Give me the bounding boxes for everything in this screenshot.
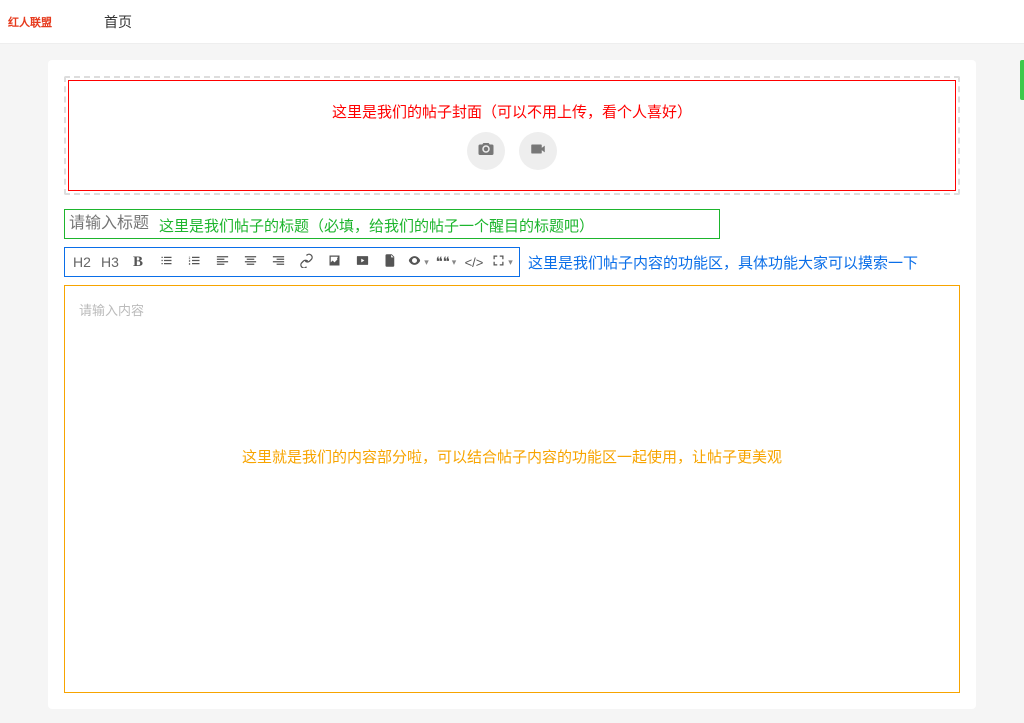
align-center-button[interactable] bbox=[237, 251, 263, 273]
image-icon bbox=[327, 253, 342, 271]
code-button[interactable]: </> bbox=[461, 251, 487, 273]
link-button[interactable] bbox=[293, 251, 319, 273]
content-placeholder: 请输入内容 bbox=[79, 300, 945, 319]
nav-home-link[interactable]: 首页 bbox=[104, 12, 132, 32]
expand-icon bbox=[491, 253, 506, 271]
video-clip-icon bbox=[355, 253, 370, 271]
video-icon bbox=[529, 140, 547, 163]
cover-upload-section: 这里是我们的帖子封面（可以不用上传，看个人喜好） bbox=[64, 76, 960, 195]
editor-card: 这里是我们的帖子封面（可以不用上传，看个人喜好） 这里是我们帖子的标题（必填，给… bbox=[48, 60, 976, 709]
site-logo: 红人联盟 bbox=[8, 8, 52, 36]
upload-photo-button[interactable] bbox=[467, 132, 505, 170]
title-section: 这里是我们帖子的标题（必填，给我们的帖子一个醒目的标题吧） bbox=[64, 209, 720, 239]
align-right-icon bbox=[271, 253, 286, 271]
content-editor[interactable]: 请输入内容 这里就是我们的内容部分啦，可以结合帖子内容的功能区一起使用，让帖子更… bbox=[64, 285, 960, 693]
title-input[interactable] bbox=[65, 210, 719, 238]
image-button[interactable] bbox=[321, 251, 347, 273]
cover-inner: 这里是我们的帖子封面（可以不用上传，看个人喜好） bbox=[68, 80, 956, 191]
bold-button[interactable]: B bbox=[125, 251, 151, 273]
video-button[interactable] bbox=[349, 251, 375, 273]
visibility-button[interactable] bbox=[405, 251, 431, 273]
unordered-list-button[interactable] bbox=[153, 251, 179, 273]
list-ul-icon bbox=[159, 253, 174, 271]
heading3-button[interactable]: H3 bbox=[97, 251, 123, 273]
file-button[interactable] bbox=[377, 251, 403, 273]
side-tab[interactable] bbox=[1020, 60, 1024, 100]
align-right-button[interactable] bbox=[265, 251, 291, 273]
content-annotation: 这里就是我们的内容部分啦，可以结合帖子内容的功能区一起使用，让帖子更美观 bbox=[65, 446, 959, 467]
toolbar-annotation: 这里是我们帖子内容的功能区，具体功能大家可以摸索一下 bbox=[528, 252, 918, 273]
toolbar-row: H2 H3 B bbox=[64, 247, 960, 277]
cover-annotation: 这里是我们的帖子封面（可以不用上传，看个人喜好） bbox=[79, 101, 945, 122]
link-icon bbox=[299, 253, 314, 271]
upload-buttons bbox=[79, 132, 945, 170]
align-left-button[interactable] bbox=[209, 251, 235, 273]
editor-toolbar: H2 H3 B bbox=[64, 247, 520, 277]
upload-video-button[interactable] bbox=[519, 132, 557, 170]
file-icon bbox=[383, 253, 398, 271]
fullscreen-button[interactable] bbox=[489, 251, 515, 273]
ordered-list-button[interactable] bbox=[181, 251, 207, 273]
top-bar: 红人联盟 首页 bbox=[0, 0, 1024, 44]
align-center-icon bbox=[243, 253, 258, 271]
heading2-button[interactable]: H2 bbox=[69, 251, 95, 273]
camera-icon bbox=[477, 140, 495, 163]
align-left-icon bbox=[215, 253, 230, 271]
list-ol-icon bbox=[187, 253, 202, 271]
quote-button[interactable]: ❝❝ bbox=[433, 251, 459, 273]
eye-icon bbox=[407, 253, 422, 271]
